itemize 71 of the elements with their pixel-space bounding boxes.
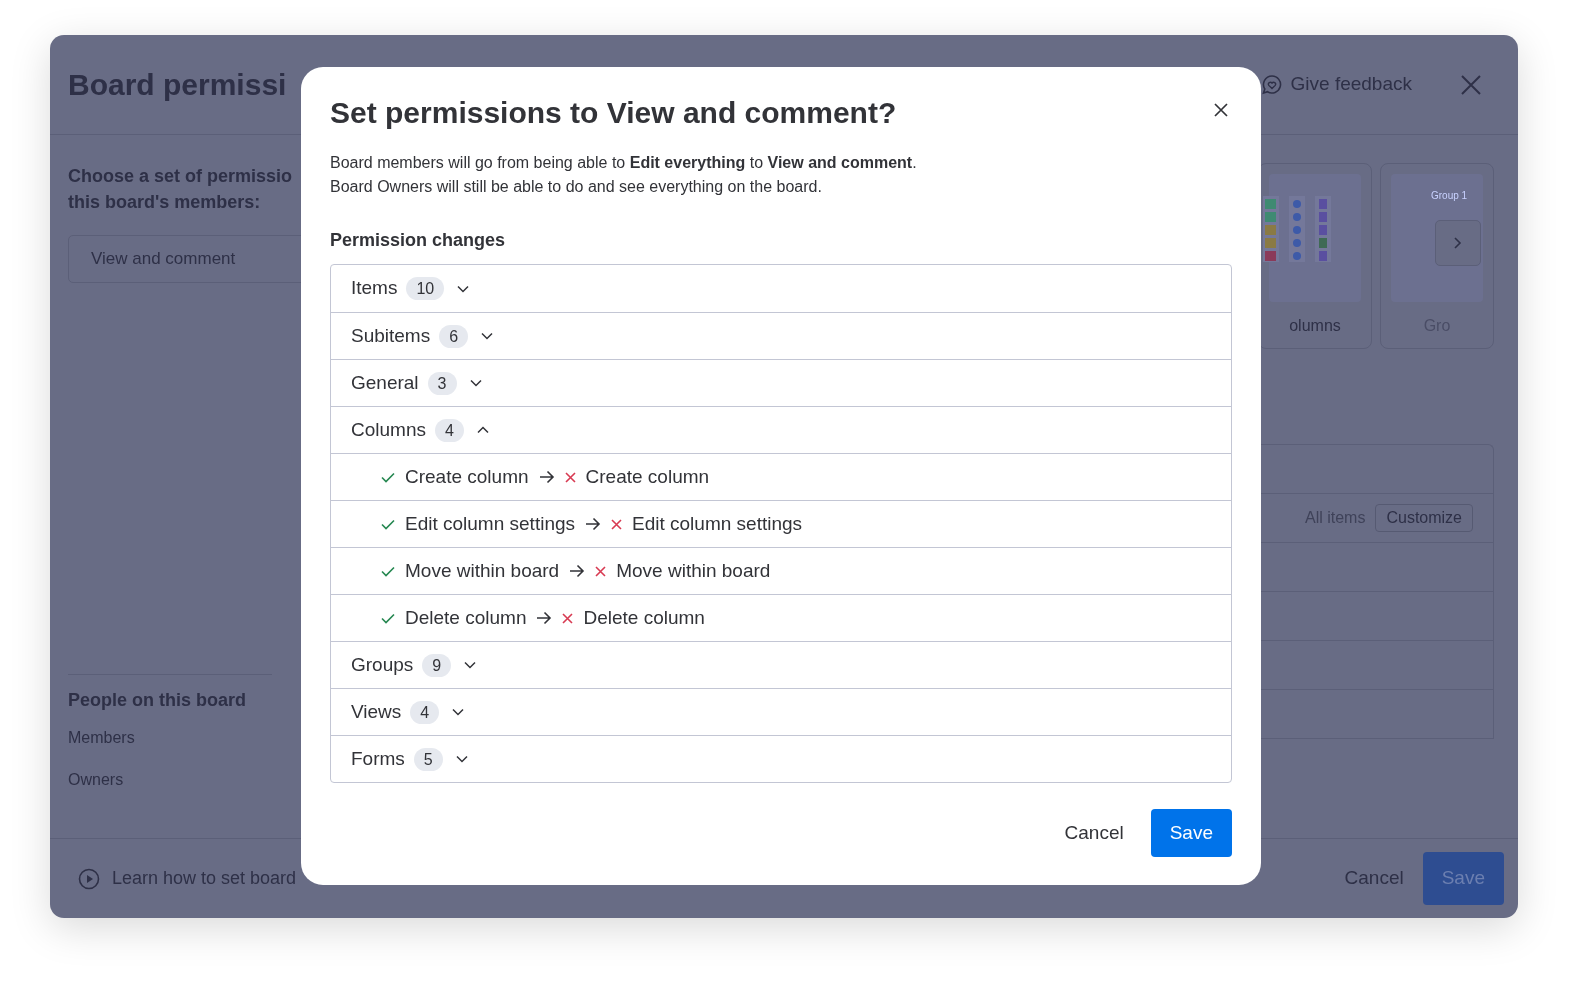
page-title: Board permissi (68, 67, 287, 103)
group-label: Items (351, 276, 398, 301)
accordion-header[interactable]: Forms 5 (331, 735, 1231, 782)
accordion-header[interactable]: Views 4 (331, 688, 1231, 735)
section-heading: Permission changes (330, 229, 507, 252)
cancel-button[interactable]: Cancel (1325, 854, 1423, 903)
chevron-down-icon (481, 332, 494, 340)
group-label: Forms (351, 746, 405, 771)
group-label: Columns (351, 417, 426, 442)
group-label: Groups (351, 652, 414, 677)
save-button[interactable]: Save (1422, 852, 1504, 905)
count-badge: 4 (410, 700, 440, 724)
count-badge: 5 (413, 747, 443, 771)
prompt-text: Choose a set of permissio (68, 165, 293, 188)
people-item[interactable]: Owners (68, 768, 272, 792)
arrow-right-icon (538, 470, 555, 484)
count-badge: 3 (427, 371, 457, 395)
check-icon (381, 612, 395, 624)
thumbnail-label: olumns (1289, 316, 1341, 336)
close-icon[interactable] (1214, 103, 1228, 117)
arrow-right-icon (536, 611, 553, 625)
preview-text: Group 1 (1431, 189, 1468, 203)
arrow-right-icon (569, 564, 586, 578)
permission-to: Delete column (583, 605, 705, 630)
chevron-down-icon (464, 661, 477, 669)
count-badge: 9 (422, 653, 452, 677)
dialog-title: Set permissions to View and comment? (330, 95, 897, 131)
accordion-header[interactable]: General 3 (331, 359, 1231, 406)
group-label: Views (351, 699, 402, 724)
permission-to: Move within board (616, 558, 771, 583)
chevron-up-icon (476, 426, 489, 434)
chevron-down-icon (455, 755, 468, 763)
arrow-right-icon (585, 517, 602, 531)
prompt-text: this board's members: (68, 191, 261, 214)
people-heading: People on this board (68, 689, 247, 712)
accordion-header[interactable]: Groups 9 (331, 641, 1231, 688)
accordion-header[interactable]: Columns 4 (331, 406, 1231, 453)
check-icon (381, 471, 395, 483)
cross-icon (562, 612, 574, 624)
cancel-button[interactable]: Cancel (1045, 808, 1143, 857)
cross-icon (611, 518, 623, 530)
check-icon (381, 565, 395, 577)
permission-from: Move within board (405, 558, 560, 583)
permission-to: Edit column settings (632, 511, 803, 536)
accordion-header[interactable]: Items 10 (331, 265, 1231, 312)
permission-from: Delete column (405, 605, 527, 630)
accordion-header[interactable]: Subitems 6 (331, 312, 1231, 359)
count-badge: 4 (435, 418, 464, 442)
count-badge: 10 (406, 277, 445, 300)
group-label: Subitems (351, 323, 431, 348)
group-label: General (351, 370, 419, 395)
description-text: Board members will go from being able to Edit everything to View and comment. (330, 153, 918, 173)
count-badge: 6 (439, 324, 469, 348)
people-item[interactable]: Members (68, 726, 272, 750)
feedback-icon[interactable] (1260, 73, 1283, 96)
learn-link[interactable]: Learn how to set board (112, 865, 297, 892)
chevron-right-icon (1454, 237, 1462, 249)
description-text: Board Owners will still be able to do and see everything on the board. (330, 177, 823, 197)
chevron-down-icon (457, 284, 470, 293)
check-icon (381, 518, 395, 530)
cross-icon (564, 471, 576, 483)
save-button[interactable]: Save (1150, 808, 1232, 857)
give-feedback-link[interactable]: Give feedback (1290, 70, 1412, 99)
chevron-down-icon (452, 708, 465, 716)
customize-button[interactable]: Customize (1375, 504, 1473, 532)
play-icon (78, 867, 100, 890)
permission-to: Create column (585, 464, 710, 489)
permission-from: Edit column settings (405, 511, 576, 536)
cross-icon (595, 565, 607, 577)
chevron-down-icon (469, 379, 482, 387)
permission-from: Create column (405, 464, 529, 489)
